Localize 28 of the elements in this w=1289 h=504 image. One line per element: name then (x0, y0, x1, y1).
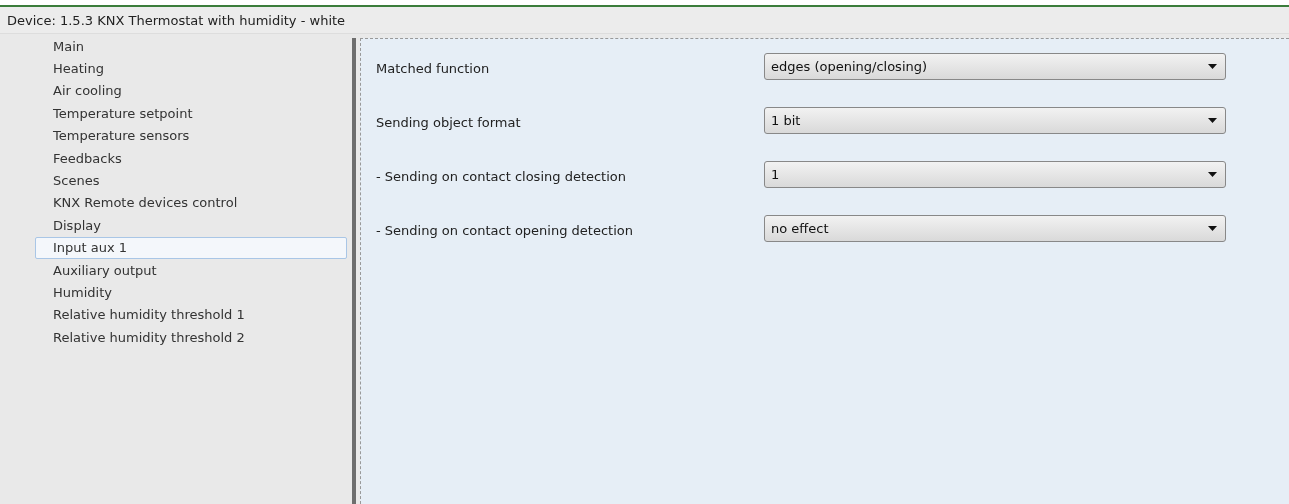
dropdown[interactable]: 1 (764, 161, 1226, 188)
sidebar-item[interactable]: Heating (35, 57, 347, 80)
sidebar-item[interactable]: Display (35, 214, 347, 237)
parameter-label: Matched function (376, 60, 491, 78)
sidebar-item[interactable]: Scenes (35, 169, 347, 192)
caret-icon (1208, 118, 1217, 123)
sidebar-item[interactable]: Relative humidity threshold 1 (35, 303, 347, 327)
window-title: Device: 1.5.3 KNX Thermostat with humidity - white (0, 7, 1289, 34)
caret-icon (1208, 64, 1217, 69)
parameter-label: - Sending on contact closing detection (376, 168, 628, 186)
sidebar-item[interactable]: KNX Remote devices control (35, 191, 347, 215)
dropdown[interactable]: 1 bit (764, 107, 1226, 134)
dropdown[interactable]: no effect (764, 215, 1226, 242)
sidebar-item[interactable]: Input aux 1 (35, 236, 347, 259)
sidebar-item[interactable]: Auxiliary output (35, 258, 347, 282)
parameter-label: Sending object format (376, 114, 522, 132)
sidebar-item[interactable]: Air cooling (35, 79, 347, 103)
sidebar-item[interactable]: Humidity (35, 281, 347, 304)
sidebar-item[interactable]: Temperature setpoint (35, 102, 347, 125)
sidebar-item[interactable]: Main (35, 35, 347, 58)
sidebar-item[interactable]: Relative humidity threshold 2 (35, 326, 347, 349)
splitter[interactable] (352, 38, 356, 504)
sidebar-item[interactable]: Feedbacks (35, 146, 347, 170)
sidebar-item[interactable]: Temperature sensors (35, 124, 347, 147)
caret-icon (1208, 172, 1217, 177)
parameter-label: - Sending on contact opening detection (376, 222, 634, 240)
caret-icon (1208, 226, 1217, 231)
dropdown[interactable]: edges (opening/closing) (764, 53, 1226, 80)
